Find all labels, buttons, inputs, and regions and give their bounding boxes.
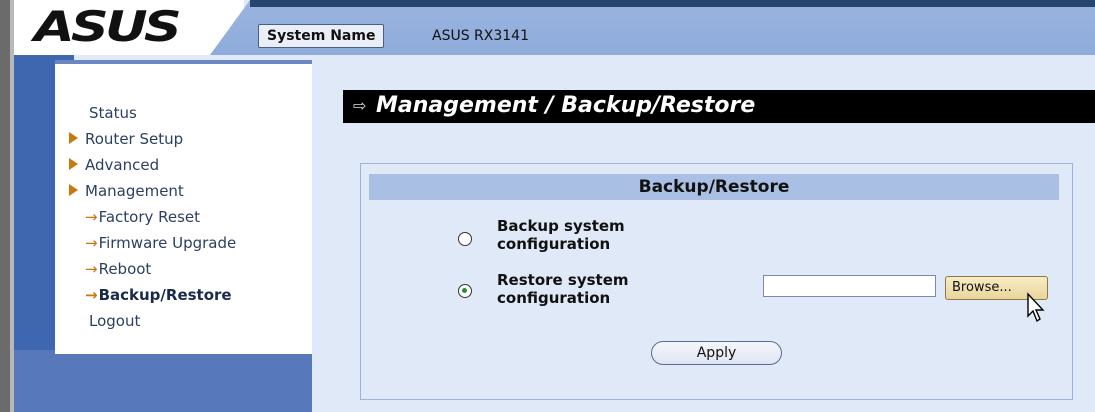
sidebar-item-label: Logout: [89, 312, 141, 330]
panel-title: Backup/Restore: [369, 174, 1059, 200]
restore-option-label-line1: Restore system: [497, 271, 629, 289]
page-title: Management / Backup/Restore: [376, 93, 756, 118]
triangle-right-icon: [69, 157, 78, 170]
restore-option-label-line2: configuration: [497, 289, 611, 307]
header: ASUS System Name ASUS RX3141: [14, 0, 1095, 55]
sidebar-subitem-backup-restore[interactable]: →Backup/Restore: [69, 282, 236, 308]
sidebar-subitem-label: Factory Reset: [98, 208, 201, 226]
backup-radio[interactable]: [458, 232, 472, 246]
left-edge-strip: [0, 0, 10, 412]
file-path-input[interactable]: [763, 275, 936, 297]
backup-option-label: Backup system configuration: [497, 217, 625, 253]
backup-restore-panel: Backup/Restore Backup system configurati…: [360, 163, 1073, 400]
sidebar-subitem-label: Firmware Upgrade: [98, 234, 237, 252]
logo-area: ASUS: [14, 0, 244, 55]
sidebar-subitem-reboot[interactable]: →Reboot: [69, 256, 236, 282]
system-name-label: System Name: [258, 24, 385, 48]
title-bullet-icon: ⇨: [353, 96, 367, 115]
arrow-right-icon: →: [85, 234, 98, 252]
backup-option-label-line1: Backup system: [497, 217, 625, 235]
apply-button[interactable]: Apply: [651, 341, 782, 365]
triangle-right-icon: [69, 183, 78, 196]
sidebar-item-status[interactable]: Status: [69, 100, 236, 126]
sidebar-item-label: Router Setup: [85, 130, 184, 148]
arrow-right-icon: →: [85, 286, 98, 304]
header-topline: [250, 0, 1095, 7]
asus-logo: ASUS: [34, 2, 182, 51]
sidebar-item-management[interactable]: Management: [69, 178, 236, 204]
sidebar-subitem-label: Reboot: [98, 260, 152, 278]
arrow-right-icon: →: [85, 260, 98, 278]
sidebar-subitem-firmware-upgrade[interactable]: →Firmware Upgrade: [69, 230, 236, 256]
blue-background-lower: [14, 350, 314, 412]
sidebar-item-logout[interactable]: Logout: [69, 308, 236, 334]
triangle-right-icon: [69, 131, 78, 144]
sidebar-subitem-factory-reset[interactable]: →Factory Reset: [69, 204, 236, 230]
sidebar-item-label: Advanced: [85, 156, 160, 174]
sidebar-subitem-label: Backup/Restore: [98, 286, 232, 304]
sidebar-menu: Status Router Setup Advanced Management …: [69, 100, 236, 334]
page-title-bar: ⇨ Management / Backup/Restore: [343, 90, 1095, 123]
system-name-value: ASUS RX3141: [432, 28, 529, 44]
restore-option-label: Restore system configuration: [497, 271, 629, 307]
sidebar-item-label: Management: [85, 182, 184, 200]
mouse-pointer-icon: [1027, 292, 1045, 323]
backup-option-label-line2: configuration: [497, 235, 611, 253]
sidebar: Status Router Setup Advanced Management …: [55, 60, 312, 354]
sidebar-item-advanced[interactable]: Advanced: [69, 152, 236, 178]
arrow-right-icon: →: [85, 208, 98, 226]
sidebar-item-router-setup[interactable]: Router Setup: [69, 126, 236, 152]
sidebar-item-label: Status: [89, 104, 137, 122]
restore-radio[interactable]: [458, 284, 472, 298]
